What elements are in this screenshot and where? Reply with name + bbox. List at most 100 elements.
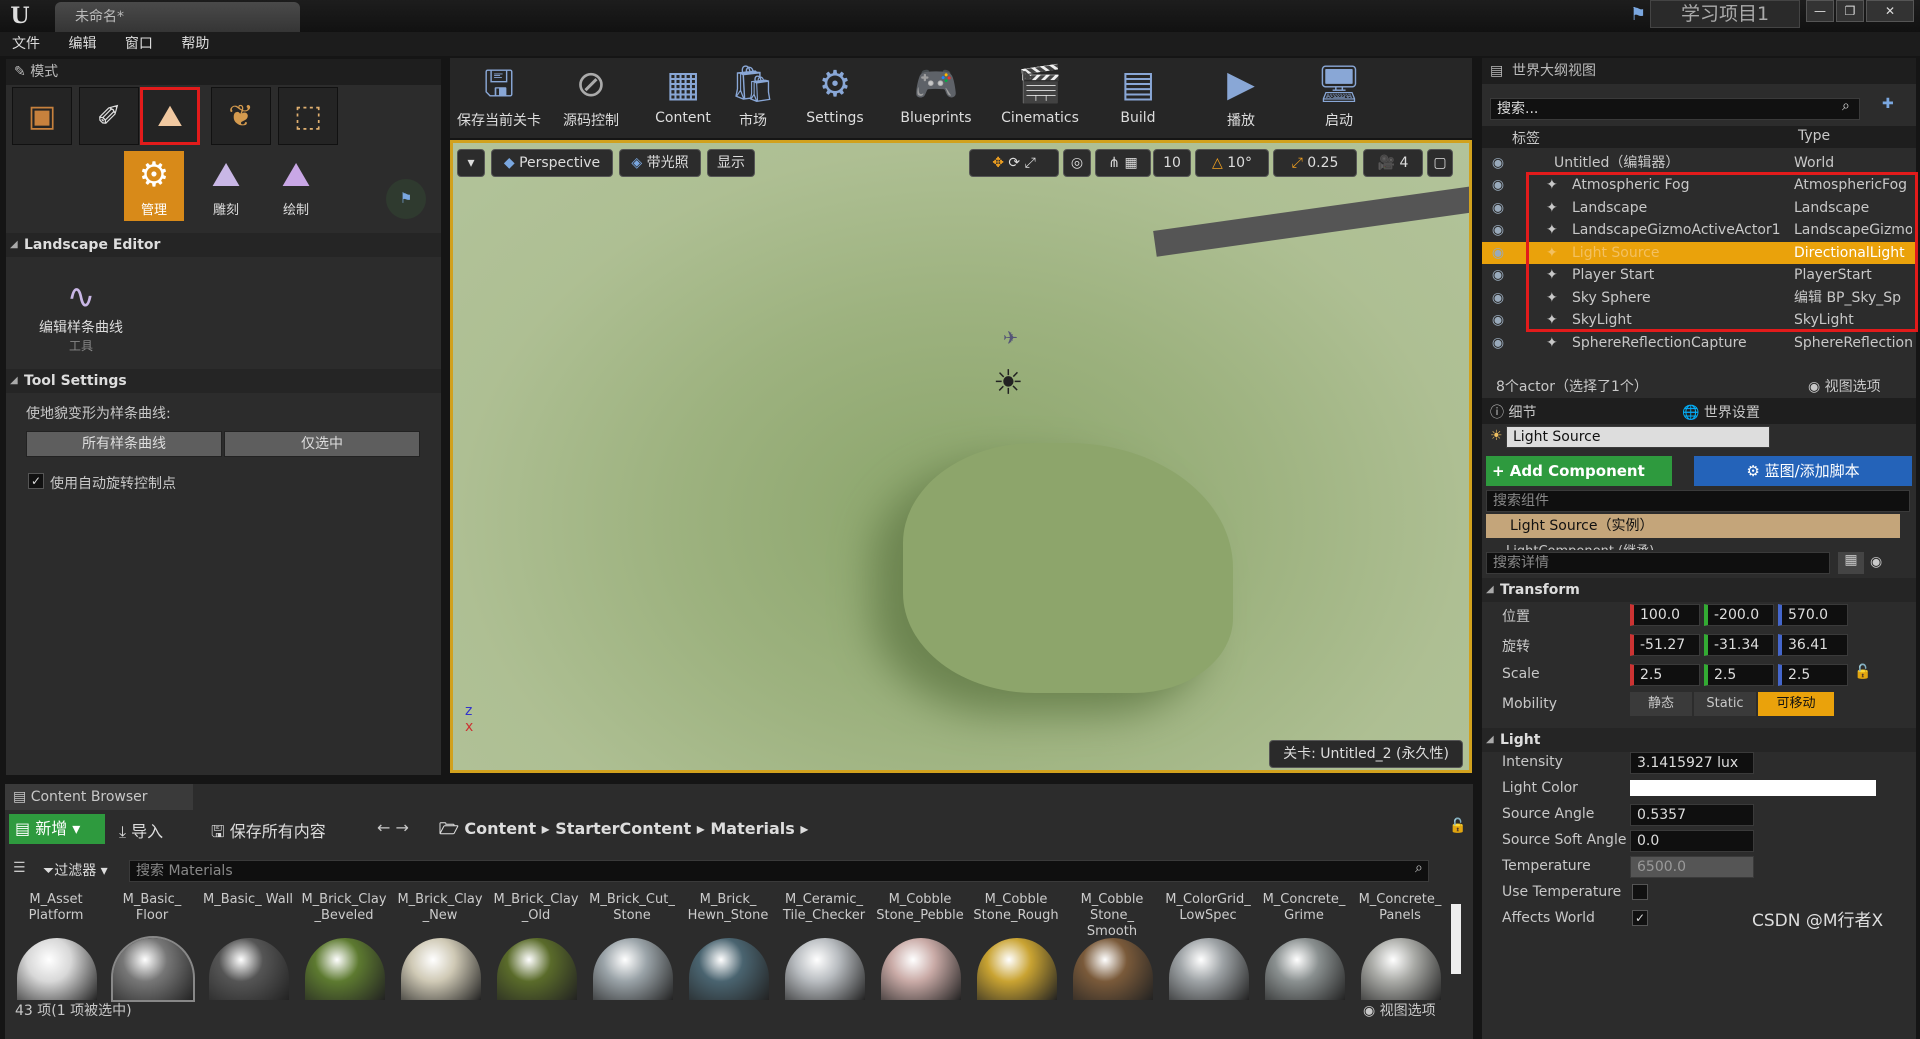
- settings-button[interactable]: ⚙ Settings: [790, 60, 880, 136]
- filter-button[interactable]: ⏷过滤器 ▾: [43, 860, 108, 880]
- material-thumbnail[interactable]: [593, 938, 673, 1000]
- material-thumbnail[interactable]: [881, 938, 961, 1000]
- cb-scrollbar[interactable]: [1451, 904, 1461, 974]
- scale-y[interactable]: 2.5: [1704, 664, 1774, 686]
- subtool-manage[interactable]: ⚙ 管理: [124, 151, 184, 221]
- sources-toggle-icon[interactable]: ☰: [13, 860, 26, 876]
- world-space-icon[interactable]: ◎: [1063, 149, 1091, 177]
- light-header[interactable]: Light: [1482, 728, 1916, 752]
- affects-world-checkbox[interactable]: ✓: [1632, 910, 1648, 926]
- menu-window[interactable]: 窗口: [113, 32, 165, 56]
- outliner-tab[interactable]: ▤ 世界大纲视图: [1482, 58, 1916, 84]
- instance-component-row[interactable]: Light Source（实例）: [1486, 514, 1900, 538]
- camera-speed[interactable]: 🎥 4: [1363, 149, 1423, 177]
- visibility-eye-icon[interactable]: ◉: [1488, 242, 1508, 264]
- landscape-editor-header[interactable]: Landscape Editor: [6, 233, 441, 257]
- intensity-input[interactable]: 3.1415927 lux: [1630, 752, 1754, 774]
- lock-icon[interactable]: 🔓: [1449, 818, 1466, 834]
- source-soft-angle-input[interactable]: 0.0: [1630, 830, 1754, 852]
- visibility-eye-icon[interactable]: ◉: [1488, 287, 1508, 309]
- location-label[interactable]: 位置: [1502, 606, 1530, 626]
- material-thumbnail[interactable]: [111, 936, 195, 1002]
- visibility-eye-icon[interactable]: ◉: [1488, 197, 1508, 219]
- feedback-icon[interactable]: ⚑: [1630, 4, 1646, 25]
- grid-view-icon[interactable]: ▦: [1838, 552, 1864, 574]
- landscape-mode-icon[interactable]: ⛰: [140, 87, 200, 145]
- menu-help[interactable]: 帮助: [169, 32, 221, 56]
- location-y[interactable]: -200.0: [1704, 604, 1774, 626]
- material-thumbnail[interactable]: [305, 938, 385, 1000]
- cinematics-button[interactable]: 🎬 Cinematics: [990, 60, 1090, 136]
- source-angle-input[interactable]: 0.5357: [1630, 804, 1754, 826]
- content-browser-tab[interactable]: ▤ Content Browser: [5, 784, 193, 810]
- blueprint-add-script-button[interactable]: ⚙ 蓝图/添加脚本: [1694, 456, 1912, 486]
- selected-only-button[interactable]: 仅选中: [224, 431, 420, 457]
- component-search-input[interactable]: 搜索组件: [1486, 490, 1910, 512]
- angle-snap[interactable]: △ 10°: [1195, 149, 1269, 177]
- material-thumbnail[interactable]: [977, 938, 1057, 1000]
- all-splines-button[interactable]: 所有样条曲线: [26, 431, 222, 457]
- materials-search-input[interactable]: 搜索 Materials: [129, 860, 1429, 882]
- scale-label[interactable]: Scale: [1502, 666, 1540, 682]
- col-type[interactable]: Type: [1798, 128, 1830, 144]
- nav-arrows[interactable]: ← →: [377, 818, 409, 837]
- back-icon[interactable]: ←: [377, 818, 390, 837]
- light-source-icon[interactable]: ☀: [993, 363, 1023, 403]
- material-thumbnail[interactable]: [1265, 938, 1345, 1000]
- light-color-swatch[interactable]: [1630, 780, 1876, 796]
- geometry-mode-icon[interactable]: ⬚: [278, 87, 338, 145]
- transform-tools[interactable]: ✥ ⟳ ⤢: [969, 149, 1059, 177]
- breadcrumb-content[interactable]: Content: [464, 819, 536, 838]
- material-thumbnail[interactable]: [497, 938, 577, 1000]
- material-thumbnail[interactable]: [401, 938, 481, 1000]
- visibility-eye-icon[interactable]: ◉: [1488, 219, 1508, 241]
- place-mode-icon[interactable]: ▣: [12, 87, 72, 145]
- scale-x[interactable]: 2.5: [1630, 664, 1700, 686]
- rotation-label[interactable]: 旋转: [1502, 636, 1530, 656]
- world-settings-tab[interactable]: 🌐 世界设置: [1682, 402, 1760, 422]
- import-button[interactable]: ⤓ 导入: [119, 818, 163, 842]
- close-button[interactable]: ✕: [1866, 0, 1914, 22]
- build-button[interactable]: ▤ Build: [1098, 60, 1178, 136]
- auto-rotate-checkbox[interactable]: ✓: [28, 473, 44, 489]
- breadcrumb-materials[interactable]: Materials: [710, 819, 794, 838]
- material-thumbnail[interactable]: [1169, 938, 1249, 1000]
- outliner-view-options[interactable]: ◉ 视图选项: [1808, 376, 1881, 396]
- launch-button[interactable]: 🖥 启动: [1294, 60, 1384, 136]
- shield-icon[interactable]: ⚑: [386, 179, 426, 219]
- forward-icon[interactable]: →: [396, 818, 409, 837]
- material-thumbnail[interactable]: [1073, 938, 1153, 1000]
- cb-view-options[interactable]: ◉ 视图选项: [1363, 1000, 1436, 1020]
- maximize-viewport-icon[interactable]: ▢: [1427, 149, 1453, 177]
- mobility-movable-button[interactable]: 可移动: [1758, 692, 1834, 716]
- lit-mode-button[interactable]: ◈ 带光照: [619, 149, 701, 177]
- surface-snap-icon[interactable]: ⋔ ▦: [1095, 149, 1151, 177]
- outliner-add-icon[interactable]: ✚: [1882, 96, 1894, 112]
- details-eye-icon[interactable]: ◉: [1870, 554, 1882, 570]
- visibility-eye-icon[interactable]: ◉: [1488, 152, 1508, 174]
- breadcrumb-starter[interactable]: StarterContent: [555, 819, 691, 838]
- new-button[interactable]: ▤ 新增 ▾: [9, 814, 105, 844]
- paint-mode-icon[interactable]: ✐: [79, 87, 139, 145]
- show-button[interactable]: 显示: [707, 149, 755, 177]
- material-thumbnail[interactable]: [785, 938, 865, 1000]
- visibility-eye-icon[interactable]: ◉: [1488, 332, 1508, 354]
- outliner-search-input[interactable]: 搜索...: [1490, 98, 1860, 120]
- outliner-root-row[interactable]: ◉ Untitled（编辑器） World: [1482, 152, 1916, 174]
- rotation-z[interactable]: 36.41: [1778, 634, 1848, 656]
- visibility-eye-icon[interactable]: ◉: [1488, 309, 1508, 331]
- save-all-button[interactable]: 🖫 保存所有内容: [211, 818, 326, 848]
- transform-header[interactable]: Transform: [1482, 578, 1916, 602]
- add-component-button[interactable]: + Add Component: [1486, 456, 1672, 486]
- material-thumbnail[interactable]: [1361, 938, 1441, 1000]
- visibility-eye-icon[interactable]: ◉: [1488, 264, 1508, 286]
- material-thumbnail[interactable]: [17, 938, 97, 1000]
- scale-snap[interactable]: ⤢ 0.25: [1273, 149, 1357, 177]
- blueprints-button[interactable]: 🎮 Blueprints: [886, 60, 986, 136]
- modes-tab[interactable]: ✎ 模式: [6, 59, 441, 85]
- col-label[interactable]: 标签: [1512, 128, 1540, 148]
- mobility-static-button[interactable]: 静态: [1630, 692, 1692, 716]
- location-x[interactable]: 100.0: [1630, 604, 1700, 626]
- temperature-input[interactable]: 6500.0: [1630, 856, 1754, 878]
- material-thumbnail[interactable]: [689, 938, 769, 1000]
